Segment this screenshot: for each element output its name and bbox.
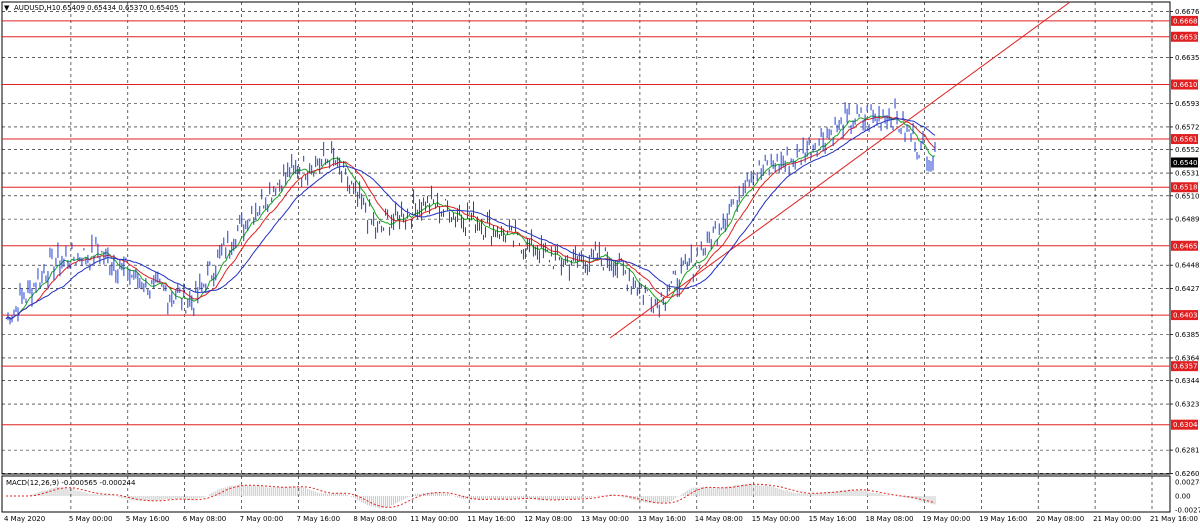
- time-tick-label: 7 May 16:00: [297, 515, 341, 523]
- price-tick-label: 0.64895: [1175, 216, 1200, 224]
- time-tick-label: 21 May 00:00: [1093, 515, 1141, 523]
- level-price-label: 0.63044: [1173, 421, 1200, 429]
- time-tick-label: 21 May 16:00: [1150, 515, 1198, 523]
- time-tick-label: 15 May 16:00: [809, 515, 857, 523]
- level-price-label: 0.65182: [1173, 184, 1200, 192]
- price-tick-label: 0.65105: [1175, 192, 1200, 200]
- time-tick-label: 18 May 08:00: [866, 515, 914, 523]
- time-tick-label: 8 May 08:00: [353, 515, 397, 523]
- time-tick-label: 12 May 08:00: [524, 515, 572, 523]
- price-tick-label: 0.65725: [1175, 123, 1200, 131]
- macd-tick-label: -0.00272: [1175, 507, 1200, 515]
- level-price-label: 0.66107: [1173, 81, 1200, 89]
- price-chart[interactable]: 0.66680 0.66537 0.66107 0.65616 0.65182 0.646…: [0, 0, 1200, 527]
- macd-tick-label: 0.002749: [1175, 479, 1200, 487]
- macd-label: MACD(12,26,9) -0.000565 -0.000244: [6, 479, 136, 487]
- time-tick-label: 13 May 16:00: [638, 515, 686, 523]
- time-tick-label: 6 May 08:00: [183, 515, 227, 523]
- time-tick-label: 13 May 00:00: [581, 515, 629, 523]
- ohlc-readout: 0.65409 0.65434 0.65370 0.65405: [56, 4, 178, 12]
- time-tick-label: 11 May 16:00: [467, 515, 515, 523]
- macd-tick-label: 0.00: [1175, 493, 1191, 501]
- price-tick-label: 0.65935: [1175, 100, 1200, 108]
- chart-window[interactable]: 0.66680 0.66537 0.66107 0.65616 0.65182 0.646…: [0, 0, 1200, 527]
- time-tick-label: 15 May 00:00: [752, 515, 800, 523]
- time-tick-label: 11 May 00:00: [410, 515, 458, 523]
- time-tick-label: 19 May 00:00: [922, 515, 970, 523]
- time-tick-label: 20 May 08:00: [1036, 515, 1084, 523]
- level-price-label: 0.64655: [1173, 242, 1200, 250]
- price-tick-label: 0.63645: [1175, 354, 1200, 362]
- time-tick-label: 19 May 16:00: [979, 515, 1027, 523]
- current-price-label: 0.65405: [1173, 159, 1200, 167]
- price-tick-label: 0.66350: [1175, 54, 1200, 62]
- time-axis[interactable]: 4 May 2020 5 May 00:00 5 May 16:00 6 May 08…: [4, 515, 1198, 523]
- level-price-label: 0.66537: [1173, 33, 1200, 41]
- price-tick-label: 0.63440: [1175, 377, 1200, 385]
- price-tick-label: 0.63230: [1175, 401, 1200, 409]
- time-tick-label: 7 May 00:00: [240, 515, 284, 523]
- time-tick-label: 4 May 2020: [4, 515, 45, 523]
- price-tick-label: 0.65520: [1175, 146, 1200, 154]
- price-tick-label: 0.62605: [1175, 470, 1200, 478]
- price-tick-label: 0.66765: [1175, 8, 1200, 16]
- macd-pane-frame: [1, 475, 1171, 513]
- time-tick-label: 5 May 16:00: [126, 515, 170, 523]
- price-tick-label: 0.64270: [1175, 285, 1200, 293]
- price-tick-label: 0.64480: [1175, 262, 1200, 270]
- menu-arrow-icon[interactable]: ▼: [4, 4, 10, 12]
- level-price-label: 0.63571: [1173, 363, 1200, 371]
- price-tick-label: 0.65310: [1175, 170, 1200, 178]
- level-price-label: 0.66680: [1173, 17, 1200, 25]
- level-price-label: 0.65616: [1173, 136, 1200, 144]
- price-tick-label: 0.62815: [1175, 447, 1200, 455]
- time-tick-label: 5 May 00:00: [69, 515, 113, 523]
- price-tick-label: 0.63855: [1175, 331, 1200, 339]
- level-price-label: 0.64031: [1173, 312, 1200, 320]
- symbol-label: AUDUSD,H1: [14, 4, 56, 12]
- main-pane-frame: [1, 1, 1171, 475]
- time-tick-label: 14 May 08:00: [695, 515, 743, 523]
